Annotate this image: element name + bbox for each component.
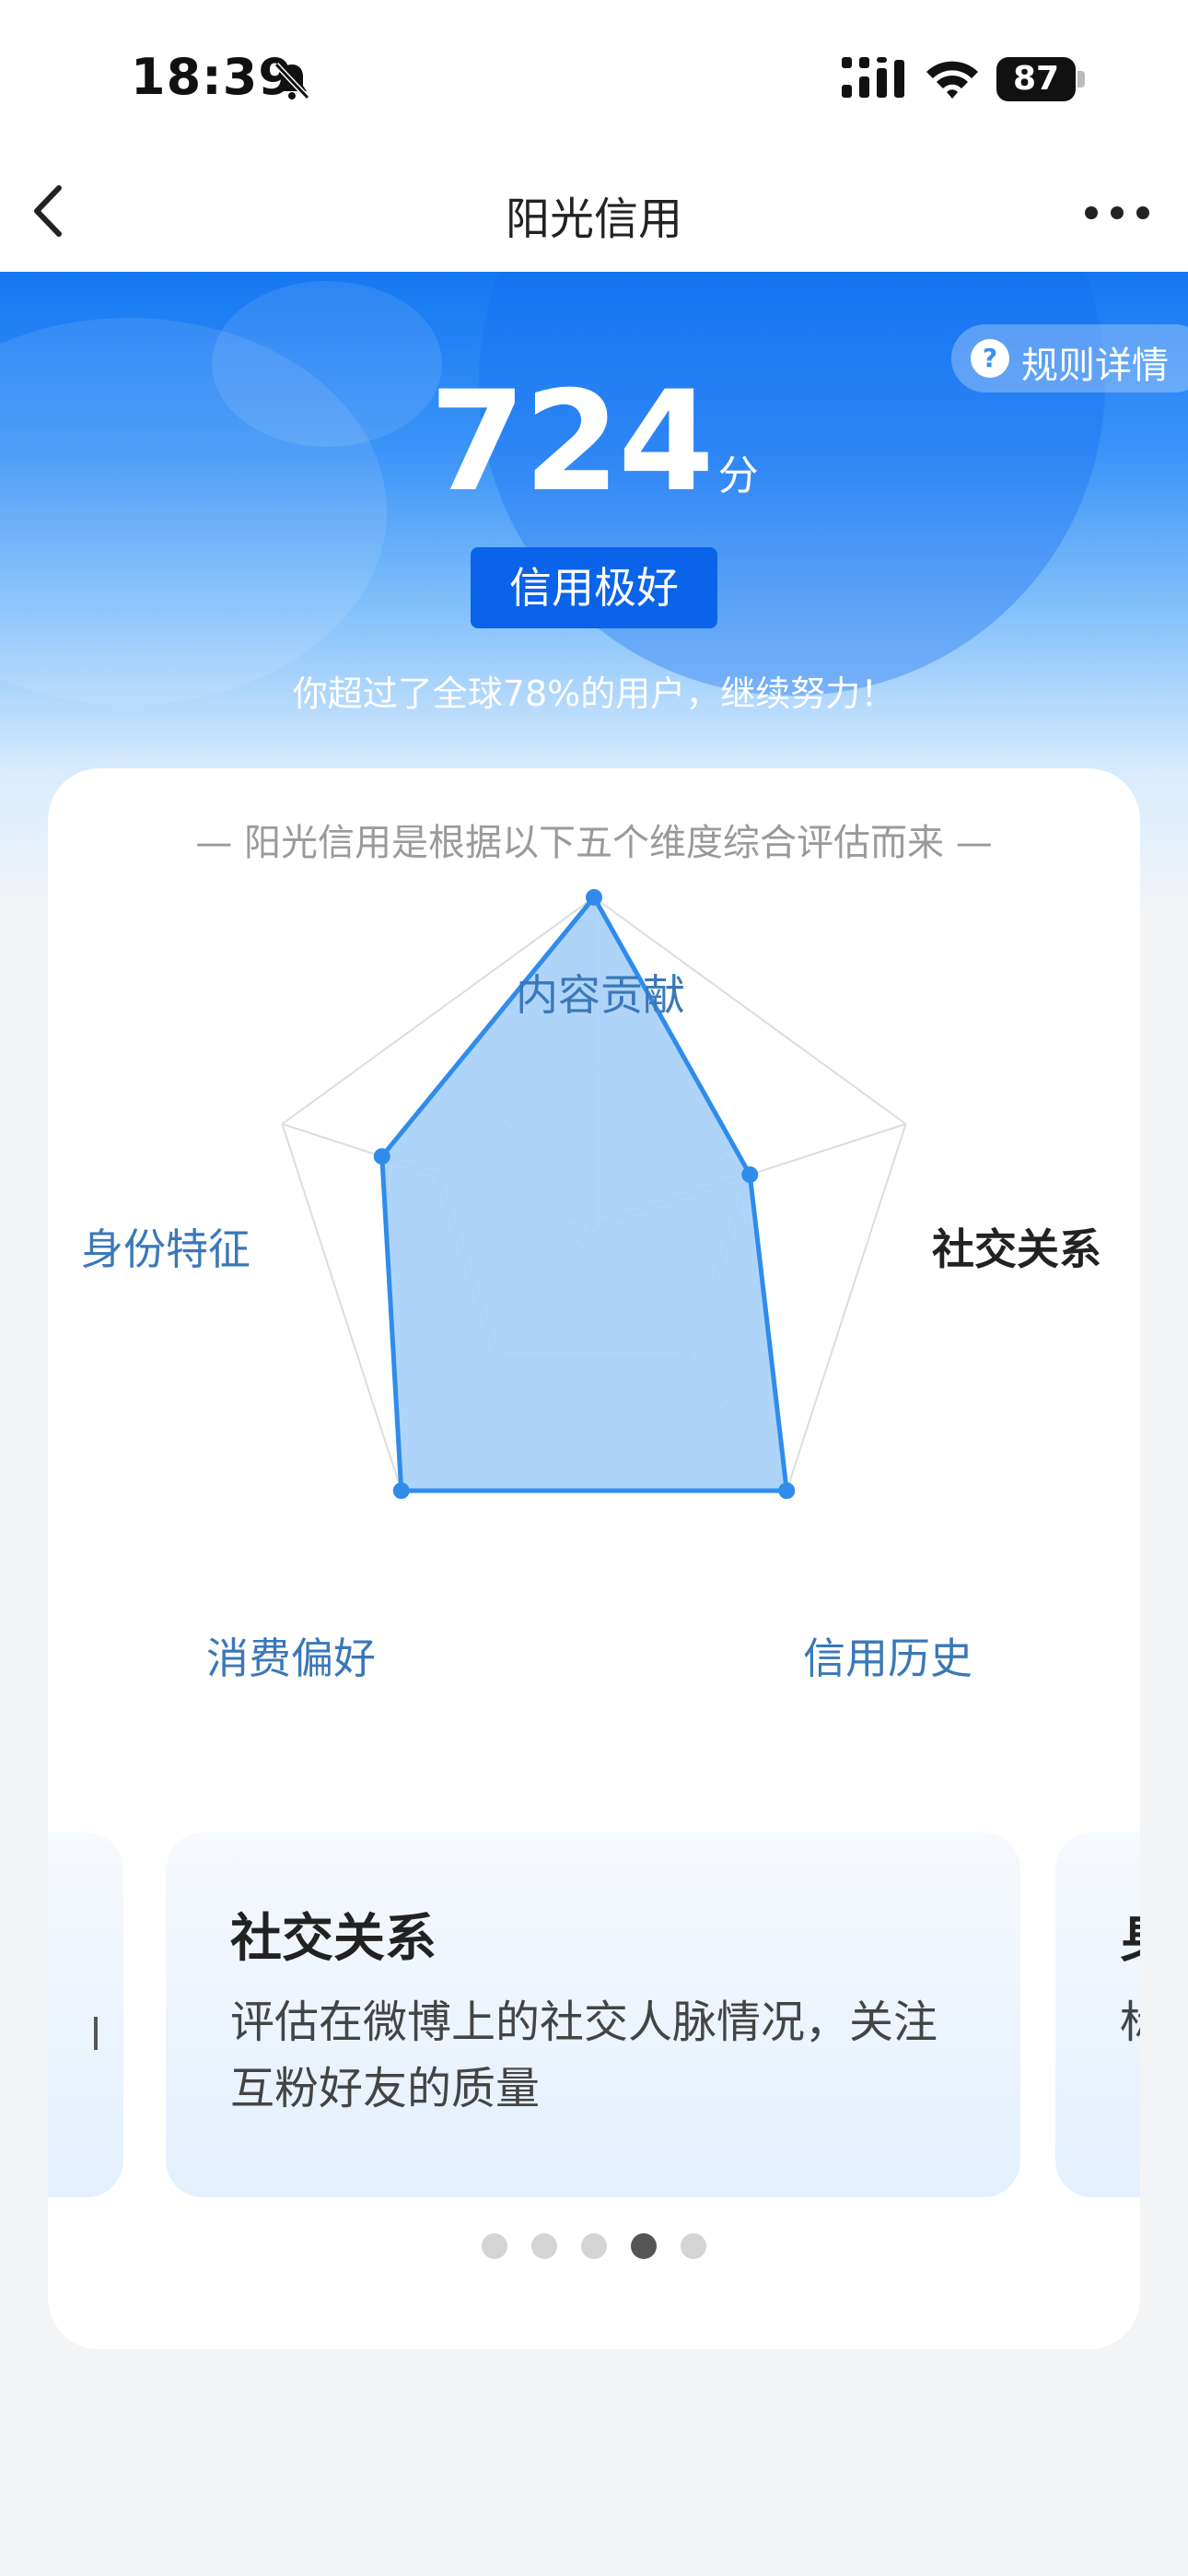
pagination-dot[interactable] bbox=[681, 2233, 706, 2259]
radar-data-point bbox=[741, 1165, 759, 1183]
dimension-description: 评估在微博上的社交人脉情况，关注互粉好友的质量 bbox=[230, 1996, 938, 2114]
pagination-dot[interactable] bbox=[531, 2233, 557, 2259]
carousel-pagination bbox=[48, 2233, 1140, 2259]
radar-axis-label[interactable]: 消费偏好 bbox=[206, 1625, 376, 1686]
credit-score: 724 分 bbox=[0, 369, 1188, 516]
nav-bar: 阳光信用 bbox=[0, 157, 1188, 272]
status-bar: 18:39 87 bbox=[0, 0, 1188, 157]
radar-data-point bbox=[373, 1148, 390, 1165]
dimension-card-prev[interactable] bbox=[48, 1832, 123, 2197]
credit-level-badge: 信用极好 bbox=[471, 547, 717, 628]
bell-muted-icon bbox=[274, 62, 310, 100]
battery-level: 87 bbox=[1012, 60, 1060, 98]
score-value: 724 bbox=[429, 362, 714, 522]
more-icon[interactable] bbox=[1082, 199, 1152, 227]
radar-data-point bbox=[586, 889, 602, 906]
radar-axis-label[interactable]: 社交关系 bbox=[932, 1216, 1101, 1277]
radar-chart: 内容贡献 社交关系 信用历史 消费偏好 身份特征 bbox=[48, 879, 1140, 1690]
page-title: 阳光信用 bbox=[505, 193, 682, 245]
radar-axis-label[interactable]: 身份特征 bbox=[81, 1216, 250, 1277]
score-unit: 分 bbox=[717, 452, 759, 499]
dimensions-card: — 阳光信用是根据以下五个维度综合评估而来 — 内容贡献 社交关系 信用历史 消… bbox=[48, 768, 1140, 2349]
status-time: 18:39 bbox=[131, 48, 294, 106]
pagination-dot[interactable] bbox=[482, 2233, 507, 2259]
dimension-card-current[interactable]: 社交关系 评估在微博上的社交人脉情况，关注互粉好友的质量 bbox=[166, 1832, 1020, 2197]
card-subtitle: — 阳光信用是根据以下五个维度综合评估而来 — bbox=[195, 822, 993, 864]
rank-text: 你超过了全球78%的用户，继续努力！ bbox=[292, 673, 896, 714]
radar-axis-label[interactable]: 信用历史 bbox=[803, 1625, 973, 1686]
pagination-dot[interactable] bbox=[581, 2233, 607, 2259]
signal-icon bbox=[842, 57, 904, 98]
wifi-icon bbox=[926, 61, 978, 99]
radar-data-point bbox=[778, 1482, 796, 1500]
battery-indicator: 87 bbox=[996, 57, 1085, 101]
dimension-description: 标评 bbox=[1120, 1989, 1140, 2055]
dimension-card-next[interactable]: 身 标评 bbox=[1055, 1832, 1140, 2197]
dimension-title: 社交关系 bbox=[230, 1909, 437, 1969]
dimension-title: 身 bbox=[1120, 1897, 1140, 1972]
radar-data-point bbox=[392, 1482, 410, 1500]
radar-axis-label[interactable]: 内容贡献 bbox=[516, 962, 685, 1023]
pagination-dot-active[interactable] bbox=[631, 2233, 657, 2259]
